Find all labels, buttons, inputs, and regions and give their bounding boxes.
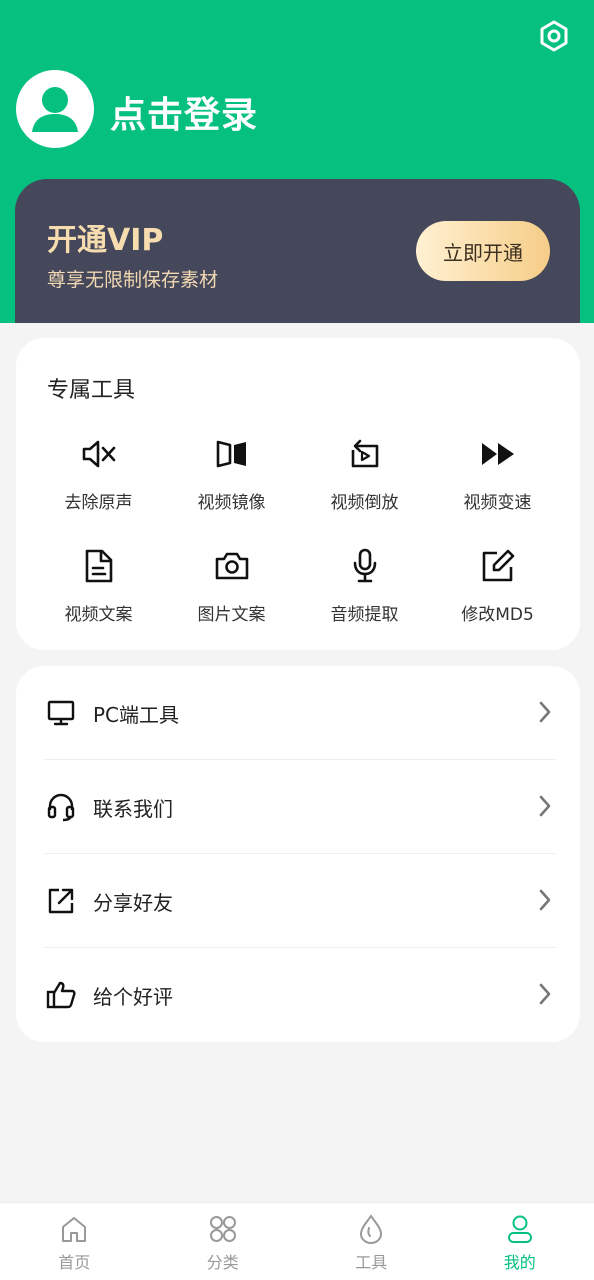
menu-item-contact-us[interactable]: 联系我们	[44, 760, 556, 854]
vip-subtitle: 尊享无限制保存素材	[47, 269, 219, 291]
menu-item-label: 分享好友	[93, 890, 173, 915]
tools-title: 专属工具	[47, 378, 136, 403]
tab-label: 首页	[58, 1253, 91, 1272]
share-icon	[44, 884, 78, 918]
menu-card: PC端工具 联系我们 分享好友 给个好评	[16, 666, 580, 1042]
tool-label: 去除原声	[64, 493, 133, 513]
fast-forward-icon	[478, 434, 518, 474]
tab-label: 分类	[206, 1253, 239, 1272]
thumbs-up-icon	[44, 978, 78, 1012]
tool-modify-md5[interactable]: 修改MD5	[431, 546, 564, 630]
menu-item-rate-us[interactable]: 给个好评	[44, 948, 556, 1042]
drop-icon	[355, 1213, 387, 1245]
exclusive-tools-card: 专属工具 去除原声 视频镜像 视频倒放 视频变速 视频文案 图片文案 音频提取 …	[16, 338, 580, 650]
rewind-play-icon	[345, 434, 385, 474]
tool-audio-extract[interactable]: 音频提取	[298, 546, 431, 630]
tool-video-mirror[interactable]: 视频镜像	[165, 434, 298, 518]
monitor-icon	[44, 696, 78, 730]
home-icon	[58, 1213, 90, 1245]
tab-home[interactable]: 首页	[0, 1203, 149, 1280]
user-avatar-icon	[32, 87, 78, 132]
tab-category[interactable]: 分类	[149, 1203, 298, 1280]
vip-open-button[interactable]: 立即开通	[416, 221, 550, 281]
mute-icon	[79, 434, 119, 474]
profile-header: 点击登录 开通VIP 尊享无限制保存素材 立即开通	[0, 0, 594, 323]
menu-item-label: PC端工具	[93, 702, 180, 727]
edit-icon	[478, 546, 518, 586]
tab-label: 我的	[503, 1253, 536, 1272]
login-link[interactable]: 点击登录	[110, 86, 258, 138]
tool-label: 音频提取	[330, 605, 399, 625]
tool-label: 修改MD5	[461, 605, 534, 625]
tab-label: 工具	[355, 1253, 388, 1272]
menu-item-pc-tools[interactable]: PC端工具	[44, 666, 556, 760]
document-icon	[79, 546, 119, 586]
tool-label: 视频镜像	[197, 493, 266, 513]
grid-icon	[207, 1213, 239, 1245]
mirror-icon	[212, 434, 252, 474]
profile-icon	[504, 1213, 536, 1245]
headset-icon	[44, 790, 78, 824]
tool-label: 视频文案	[64, 605, 133, 625]
tool-remove-audio[interactable]: 去除原声	[32, 434, 165, 518]
tool-image-text[interactable]: 图片文案	[165, 546, 298, 630]
tool-video-speed[interactable]: 视频变速	[431, 434, 564, 518]
avatar[interactable]	[16, 70, 94, 148]
hexagon-settings-icon	[540, 20, 568, 52]
tool-label: 图片文案	[197, 605, 266, 625]
camera-icon	[212, 546, 252, 586]
settings-button[interactable]	[534, 16, 574, 56]
tool-label: 视频倒放	[330, 493, 399, 513]
vip-banner: 开通VIP 尊享无限制保存素材 立即开通	[15, 179, 580, 323]
menu-item-label: 给个好评	[93, 984, 173, 1009]
tab-mine[interactable]: 我的	[446, 1203, 594, 1280]
chevron-right-icon	[539, 983, 551, 1005]
tool-video-reverse[interactable]: 视频倒放	[298, 434, 431, 518]
tool-video-text[interactable]: 视频文案	[32, 546, 165, 630]
microphone-icon	[345, 546, 385, 586]
tab-tools[interactable]: 工具	[297, 1203, 446, 1280]
tools-grid: 去除原声 视频镜像 视频倒放 视频变速 视频文案 图片文案 音频提取 修改MD5	[32, 434, 564, 630]
chevron-right-icon	[539, 795, 551, 817]
vip-title: 开通VIP	[47, 223, 164, 258]
menu-item-label: 联系我们	[93, 796, 173, 821]
chevron-right-icon	[539, 889, 551, 911]
bottom-tab-bar: 首页 分类 工具 我的	[0, 1202, 594, 1280]
chevron-right-icon	[539, 701, 551, 723]
tool-label: 视频变速	[463, 493, 532, 513]
menu-item-share-friends[interactable]: 分享好友	[44, 854, 556, 948]
